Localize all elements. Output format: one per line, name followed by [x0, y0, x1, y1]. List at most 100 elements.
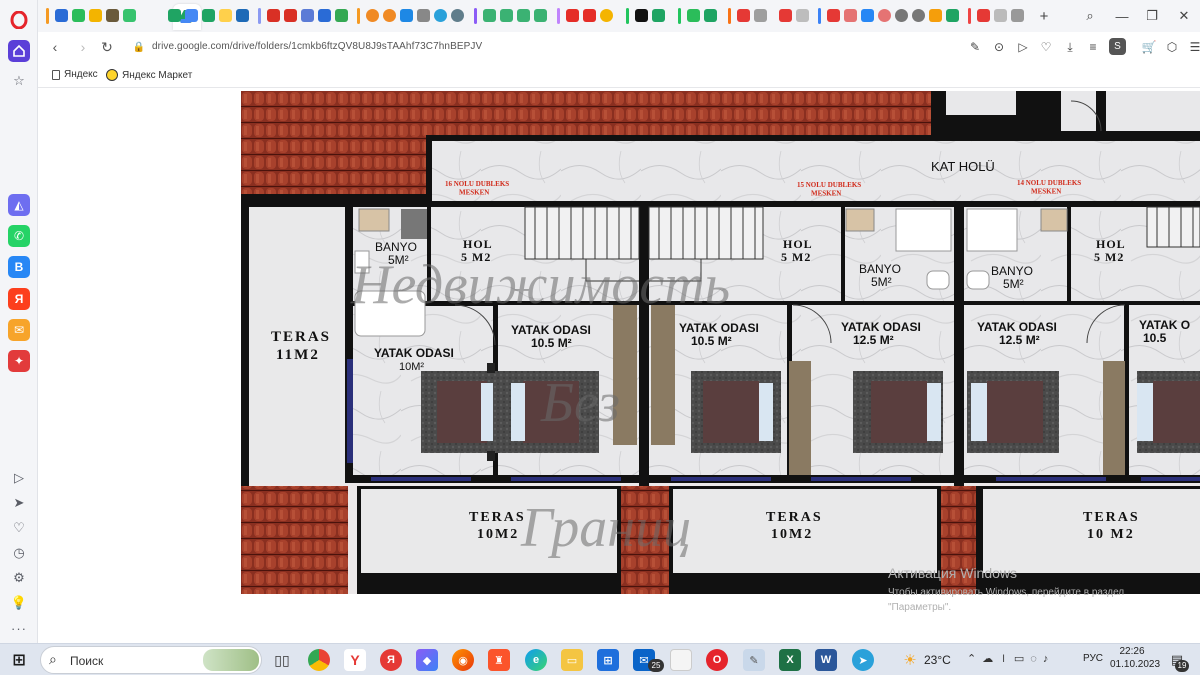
cube-icon[interactable]: ⬡	[1165, 40, 1179, 54]
tab-favicon[interactable]	[566, 9, 579, 22]
paint-icon[interactable]: ✎	[743, 649, 765, 671]
tab-favicon[interactable]	[168, 9, 181, 22]
tab-favicon[interactable]	[434, 9, 447, 22]
excel-icon[interactable]: X	[779, 649, 801, 671]
tab-favicon[interactable]	[417, 9, 430, 22]
tab-favicon[interactable]	[55, 9, 68, 22]
heart-icon[interactable]: ♡	[1039, 40, 1053, 54]
player-icon[interactable]: ▷	[10, 469, 28, 487]
tab-favicon[interactable]	[236, 9, 249, 22]
tab-favicon[interactable]	[366, 9, 379, 22]
tab-favicon[interactable]	[185, 9, 198, 22]
bookmarks-star-icon[interactable]: ☆	[10, 72, 28, 90]
file-explorer-icon[interactable]: ▭	[561, 649, 583, 671]
telegram-icon[interactable]: ➤	[852, 649, 874, 671]
tab-favicon[interactable]	[123, 9, 136, 22]
menu-icon[interactable]: ☰	[1188, 40, 1200, 54]
tab-favicon[interactable]	[652, 9, 665, 22]
tab-favicon[interactable]	[72, 9, 85, 22]
bookmark-yandex-market[interactable]: Яндекс Маркет	[106, 69, 192, 81]
weather-icon[interactable]: ☀	[899, 649, 921, 671]
tab-favicon[interactable]	[946, 9, 959, 22]
brave-icon[interactable]: ♜	[488, 649, 510, 671]
profile-avatar[interactable]: S	[1109, 38, 1126, 55]
tab-favicon[interactable]	[400, 9, 413, 22]
tab-favicon[interactable]	[583, 9, 596, 22]
whatsapp-icon[interactable]: ✆	[8, 225, 30, 247]
tab-favicon[interactable]	[106, 9, 119, 22]
lightbulb-icon[interactable]: 💡	[10, 594, 28, 612]
task-view-icon[interactable]: ▯▯	[271, 649, 293, 671]
more-dots-icon[interactable]: ···	[10, 619, 28, 637]
download-icon[interactable]: ⤓	[1063, 40, 1077, 54]
tab-favicon[interactable]	[895, 9, 908, 22]
new-tab-plus-icon[interactable]: +	[1032, 6, 1056, 26]
tab-favicon[interactable]	[912, 9, 925, 22]
taskbar-search[interactable]: ⌕ Поиск	[40, 646, 262, 674]
history-clock-icon[interactable]: ◷	[10, 544, 28, 562]
tab-favicon[interactable]	[89, 9, 102, 22]
tab-search-icon[interactable]: ⌕	[1078, 6, 1102, 26]
tab-favicon[interactable]	[635, 9, 648, 22]
edge-icon[interactable]: e	[525, 649, 547, 671]
tab-favicon[interactable]	[219, 9, 232, 22]
tab-favicon[interactable]	[383, 9, 396, 22]
yandex-icon[interactable]: Я	[8, 288, 30, 310]
document-icon[interactable]	[670, 649, 692, 671]
tray-icons[interactable]: ⌃☁⏽▭◌♪	[967, 652, 1054, 666]
send-icon[interactable]: ➤	[10, 494, 28, 512]
reload-icon[interactable]: ↻	[98, 38, 116, 56]
yandex-messenger-icon[interactable]: ✉	[8, 319, 30, 341]
tab-favicon[interactable]	[779, 9, 792, 22]
chrome-icon[interactable]	[308, 649, 330, 671]
windows-start-icon[interactable]: ⊞	[8, 649, 30, 671]
yandex-browser-icon[interactable]: Y	[344, 649, 366, 671]
tab-favicon[interactable]	[301, 9, 314, 22]
send-icon[interactable]: ▷	[1016, 40, 1030, 54]
tab-favicon[interactable]	[687, 9, 700, 22]
word-icon[interactable]: W	[815, 649, 837, 671]
easy-setup-icon[interactable]: ≡	[1086, 40, 1100, 54]
tab-favicon[interactable]	[451, 9, 464, 22]
settings-gear-icon[interactable]: ⚙	[10, 569, 28, 587]
tab-favicon[interactable]	[600, 9, 613, 22]
tab-favicon[interactable]	[284, 9, 297, 22]
edit-icon[interactable]: ✎	[968, 40, 982, 54]
minimize-icon[interactable]: —	[1110, 6, 1134, 26]
tab-favicon[interactable]	[929, 9, 942, 22]
tab-favicon[interactable]	[500, 9, 513, 22]
tab-favicon[interactable]	[704, 9, 717, 22]
tab-favicon[interactable]	[994, 9, 1007, 22]
home-icon[interactable]	[8, 40, 30, 62]
tab-favicon[interactable]	[202, 9, 215, 22]
tab-favicon[interactable]	[977, 9, 990, 22]
close-window-icon[interactable]: ✕	[1172, 6, 1196, 26]
tab-favicon[interactable]	[737, 9, 750, 22]
tab-favicon[interactable]	[483, 9, 496, 22]
tab-favicon[interactable]	[1011, 9, 1024, 22]
language-indicator[interactable]: РУС	[1083, 653, 1103, 664]
floor-plan-image[interactable]: KAT HOLÜ 16 NOLU DUBLEKS MESKEN 15 NOLU D…	[241, 91, 1200, 594]
back-arrow-icon[interactable]: ‹	[46, 38, 64, 56]
tab-favicon[interactable]	[844, 9, 857, 22]
bookmark-yandex[interactable]: Яндекс	[52, 69, 98, 80]
tab-favicon[interactable]	[267, 9, 280, 22]
tab-favicon[interactable]	[318, 9, 331, 22]
tab-favicon[interactable]	[517, 9, 530, 22]
forward-arrow-icon[interactable]: ›	[74, 38, 92, 56]
tab-favicon[interactable]	[861, 9, 874, 22]
heart-icon[interactable]: ♡	[10, 519, 28, 537]
opera-taskbar-icon[interactable]: O	[706, 649, 728, 671]
opera-logo-icon[interactable]	[8, 9, 30, 31]
tab-favicon[interactable]	[534, 9, 547, 22]
tab-favicon[interactable]	[335, 9, 348, 22]
firefox-icon[interactable]: ◉	[452, 649, 474, 671]
alice-icon[interactable]: ◆	[416, 649, 438, 671]
tab-favicon[interactable]	[796, 9, 809, 22]
camera-icon[interactable]: ⊙	[992, 40, 1006, 54]
extension-icon[interactable]: ✦	[8, 350, 30, 372]
cart-icon[interactable]: 🛒	[1142, 40, 1157, 54]
weather-temp[interactable]: 23°C	[924, 653, 951, 667]
tab-favicon[interactable]	[754, 9, 767, 22]
store-icon[interactable]: ⊞	[597, 649, 619, 671]
